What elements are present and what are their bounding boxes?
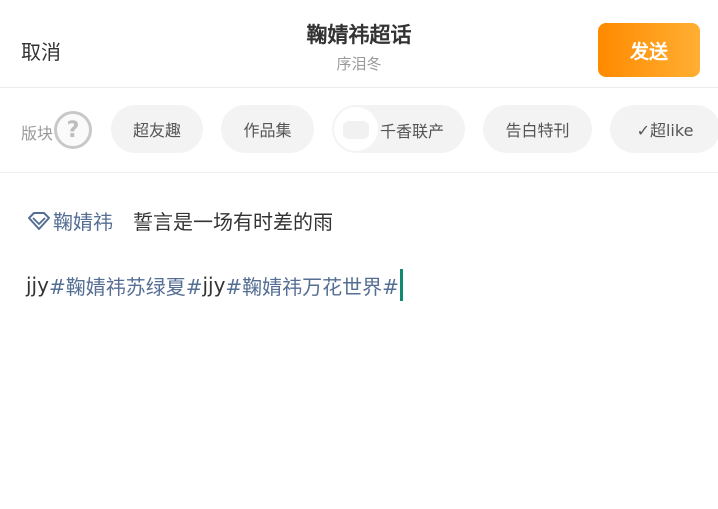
send-button[interactable]: 发送 bbox=[598, 23, 700, 77]
chip-gaobai[interactable]: 告白特刊 bbox=[483, 105, 592, 153]
post-text-input[interactable]: jjy #鞠婧祎苏绿夏# jjy #鞠婧祎万花世界# bbox=[26, 268, 403, 302]
chip-chaolike[interactable]: ✓超like bbox=[610, 105, 718, 153]
mention-line: 鞠婧祎 誓言是一场有时差的雨 bbox=[27, 205, 333, 235]
hashtag-link[interactable]: #鞠婧祎万花世界# bbox=[225, 271, 399, 300]
cancel-button[interactable]: 取消 bbox=[21, 36, 61, 65]
section-chips-row: 版块 ? 超友趣 作品集 千香联产 告白特刊 ✓超like bbox=[0, 88, 718, 173]
chip-avatar bbox=[334, 107, 378, 151]
section-label: 版块 bbox=[21, 124, 54, 143]
question-circle-icon[interactable]: ? bbox=[54, 111, 92, 149]
chip-label: 告白特刊 bbox=[505, 121, 570, 140]
text-cursor bbox=[399, 269, 403, 301]
diamond-icon bbox=[28, 212, 50, 230]
top-bar: 取消 鞠婧祎超话 序泪冬 发送 bbox=[0, 0, 718, 88]
chip-label: 千香联产 bbox=[380, 122, 445, 141]
text-segment: jjy bbox=[26, 273, 49, 297]
chip-qianxiang[interactable]: 千香联产 bbox=[332, 105, 465, 153]
mention-name[interactable]: 鞠婧祎 bbox=[53, 206, 113, 235]
chip-label: ✓超like bbox=[636, 121, 694, 140]
chip-label: 作品集 bbox=[243, 121, 292, 140]
hashtag-link[interactable]: #鞠婧祎苏绿夏# bbox=[49, 271, 203, 300]
motto-text: 誓言是一场有时差的雨 bbox=[133, 209, 333, 234]
chip-label: 超友趣 bbox=[132, 121, 181, 140]
text-segment: jjy bbox=[202, 273, 226, 297]
chip-zuopinji[interactable]: 作品集 bbox=[221, 105, 314, 153]
chip-chaoyouqu[interactable]: 超友趣 bbox=[111, 105, 203, 153]
